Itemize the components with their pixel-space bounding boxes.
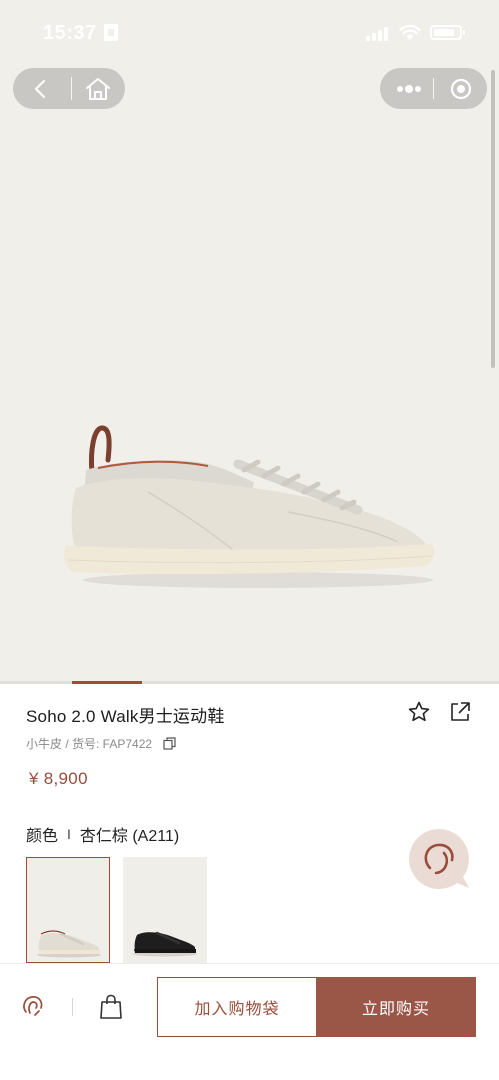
miniprogram-capsule bbox=[380, 68, 487, 109]
color-swatch-black[interactable] bbox=[123, 857, 207, 963]
product-sneaker-image bbox=[64, 425, 434, 588]
share-button[interactable] bbox=[446, 698, 474, 726]
back-button[interactable] bbox=[25, 75, 55, 102]
home-icon bbox=[86, 77, 110, 100]
star-icon bbox=[408, 701, 430, 722]
product-image-gallery[interactable]: 15:37 bbox=[0, 0, 499, 681]
add-to-bag-button[interactable]: 加入购物袋 bbox=[157, 977, 317, 1037]
shopping-bag-button[interactable] bbox=[97, 992, 125, 1022]
back-arrow-icon bbox=[35, 79, 45, 98]
shopping-bag-icon bbox=[100, 994, 122, 1019]
home-button[interactable] bbox=[75, 73, 121, 104]
orientation-lock-icon bbox=[104, 24, 118, 41]
color-selector-label: 颜色 I 杏仁棕 (A211) bbox=[26, 822, 179, 846]
favorite-button[interactable] bbox=[405, 698, 433, 726]
wifi-icon bbox=[399, 24, 421, 41]
customer-service-chat-button[interactable] bbox=[408, 828, 470, 890]
buy-now-button[interactable]: 立即购买 bbox=[316, 977, 476, 1037]
nav-capsule bbox=[13, 68, 125, 109]
product-material-sku: 小牛皮 / 货号: FAP7422 bbox=[26, 737, 153, 751]
gallery-progress-indicator bbox=[72, 681, 142, 684]
gallery-progress-track bbox=[0, 681, 499, 684]
more-button[interactable] bbox=[390, 74, 428, 103]
battery-icon bbox=[430, 25, 465, 40]
color-separator: I bbox=[67, 826, 71, 842]
close-miniprogram-button[interactable] bbox=[442, 74, 480, 103]
product-price: ¥ 8,900 bbox=[29, 769, 88, 788]
color-swatch-almond[interactable] bbox=[26, 857, 110, 963]
target-close-icon bbox=[450, 78, 472, 99]
signal-icon bbox=[366, 26, 390, 41]
swatch-almond-sneaker-image bbox=[37, 930, 101, 958]
bottom-bar-divider bbox=[72, 998, 73, 1016]
headset-icon bbox=[23, 996, 43, 1016]
share-icon bbox=[451, 702, 470, 721]
more-dots-icon bbox=[397, 84, 421, 93]
scrollbar[interactable] bbox=[491, 70, 495, 368]
copy-sku-button[interactable] bbox=[162, 737, 176, 751]
product-meta: 小牛皮 / 货号: FAP7422 bbox=[26, 735, 176, 752]
bottom-action-bar: 加入购物袋 立即购买 bbox=[0, 963, 499, 1080]
swatch-black-sneaker-image bbox=[133, 931, 197, 957]
nav-divider bbox=[71, 77, 72, 100]
product-title: Soho 2.0 Walk男士运动鞋 bbox=[26, 707, 225, 726]
status-bar: 15:37 bbox=[0, 0, 499, 60]
selected-color-name: 杏仁棕 (A211) bbox=[79, 828, 180, 845]
status-time: 15:37 bbox=[43, 22, 97, 44]
copy-icon bbox=[162, 737, 176, 750]
customer-service-chat-icon bbox=[409, 829, 469, 889]
color-label: 颜色 bbox=[26, 828, 59, 845]
capsule-divider bbox=[433, 78, 434, 99]
customer-service-button[interactable] bbox=[19, 992, 47, 1020]
